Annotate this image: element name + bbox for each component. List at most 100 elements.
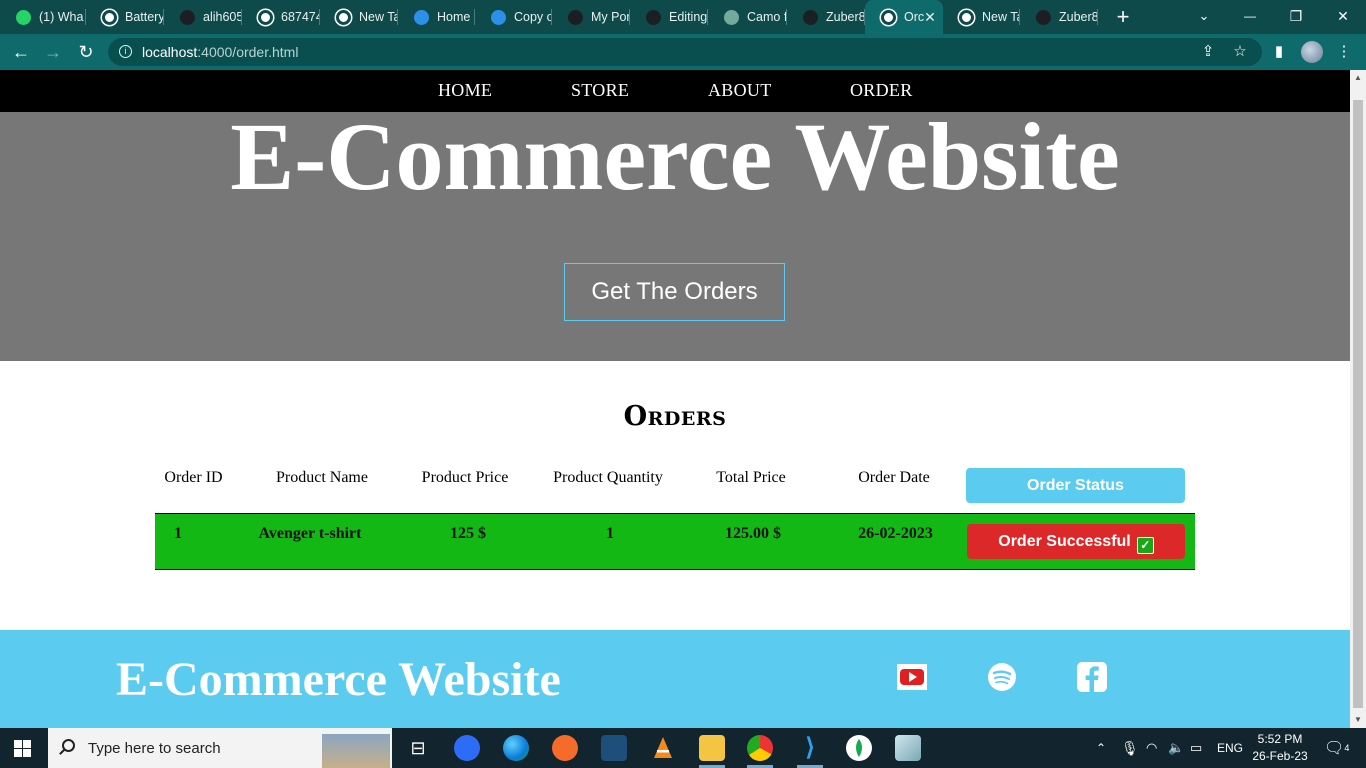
taskbar-clock[interactable]: 5:52 PM 26-Feb-23 bbox=[1252, 731, 1308, 765]
hero-section: E-Commerce Website Get The Orders bbox=[0, 106, 1350, 361]
browser-tab[interactable]: Zuber8 bbox=[1020, 0, 1098, 34]
notification-count: 4 bbox=[1344, 743, 1350, 753]
close-window-button[interactable]: ✕ bbox=[1320, 0, 1366, 34]
edge-app-icon[interactable] bbox=[503, 735, 529, 761]
tab-label: Orc bbox=[904, 10, 925, 24]
spotify-icon[interactable] bbox=[987, 662, 1017, 692]
notepad-app-icon[interactable] bbox=[895, 735, 921, 761]
browser-tab[interactable]: Zuber8 bbox=[787, 0, 865, 34]
browser-tab[interactable]: New Ta bbox=[320, 0, 398, 34]
notification-center-icon[interactable]: 🗨 4 bbox=[1324, 728, 1349, 768]
speaker-icon[interactable]: 🔈 bbox=[1168, 728, 1184, 768]
wifi-icon[interactable]: ◠ bbox=[1146, 728, 1157, 768]
share-icon[interactable]: ⇪ bbox=[1198, 42, 1218, 62]
side-panel-icon[interactable]: ▮ bbox=[1269, 42, 1289, 62]
browser-tab[interactable]: New Ta bbox=[943, 0, 1020, 34]
postman-app-icon[interactable] bbox=[552, 735, 578, 761]
browser-tab[interactable]: 687474 bbox=[242, 0, 320, 34]
url-path: :4000/order.html bbox=[197, 44, 299, 60]
close-tab-icon[interactable]: ✕ bbox=[924, 9, 936, 26]
back-icon[interactable]: ← bbox=[9, 40, 33, 64]
scrollbar-thumb[interactable] bbox=[1353, 100, 1363, 708]
canva-icon bbox=[414, 9, 429, 25]
tab-label: Home bbox=[437, 10, 471, 24]
tab-label: alih605 bbox=[203, 10, 242, 24]
browser-tab[interactable]: My Por bbox=[552, 0, 630, 34]
chrome-icon bbox=[959, 9, 974, 25]
cell-quantity: 1 bbox=[606, 525, 614, 542]
vlc-app-icon[interactable] bbox=[650, 735, 676, 761]
tab-label: New Ta bbox=[982, 10, 1020, 24]
tab-label: 687474 bbox=[281, 10, 320, 24]
tab-label: (1) Wha bbox=[39, 10, 84, 24]
cell-total-price: 125.00 $ bbox=[725, 525, 781, 542]
header-total-price: Total Price bbox=[716, 469, 786, 486]
new-tab-button[interactable]: + bbox=[1110, 4, 1136, 30]
tab-label: My Por bbox=[591, 10, 630, 24]
page-scrollbar[interactable]: ▲ ▼ bbox=[1350, 70, 1366, 728]
nav-about[interactable]: ABOUT bbox=[708, 80, 772, 101]
mysql-workbench-app-icon[interactable] bbox=[601, 735, 627, 761]
tab-search-dropdown-icon[interactable]: ⌄ bbox=[1181, 0, 1227, 34]
bookmark-star-icon[interactable]: ☆ bbox=[1230, 42, 1250, 62]
github-icon bbox=[803, 9, 818, 25]
facebook-icon[interactable] bbox=[1077, 662, 1107, 692]
tab-label: New Ta bbox=[359, 10, 398, 24]
task-view-icon[interactable]: ⊟ bbox=[405, 735, 431, 761]
cell-order-id: 1 bbox=[174, 525, 182, 542]
browser-tab-active[interactable]: Orc ✕ bbox=[865, 0, 943, 34]
browser-tab[interactable]: (1) Wha bbox=[0, 0, 86, 34]
language-indicator[interactable]: ENG bbox=[1217, 728, 1243, 768]
nav-home[interactable]: HOME bbox=[438, 80, 492, 101]
microphone-icon[interactable]: 🎙 bbox=[1121, 728, 1139, 768]
browser-tab-strip: (1) Wha Battery alih605 687474 New Ta Home Cop… bbox=[0, 0, 1366, 34]
scroll-down-icon[interactable]: ▼ bbox=[1354, 715, 1362, 724]
browser-tab[interactable]: Battery bbox=[86, 0, 164, 34]
windows-start-icon[interactable] bbox=[14, 740, 32, 758]
reload-icon[interactable]: ↻ bbox=[74, 40, 98, 64]
header-product-price: Product Price bbox=[421, 469, 509, 486]
clock-date: 26-Feb-23 bbox=[1252, 749, 1308, 763]
youtube-icon[interactable] bbox=[897, 662, 927, 692]
chrome-icon bbox=[336, 9, 351, 25]
table-row: 1 Avenger t-shirt 125 $ 1 125.00 $ 26-02… bbox=[155, 513, 1195, 570]
forward-icon[interactable]: → bbox=[41, 40, 65, 64]
globe-icon bbox=[258, 9, 273, 25]
github-icon bbox=[1036, 9, 1051, 25]
file-explorer-app-icon[interactable] bbox=[699, 735, 725, 761]
show-hidden-icons-icon[interactable]: ⌃ bbox=[1096, 728, 1106, 768]
header-product-quantity: Product Quantity bbox=[553, 469, 663, 486]
search-icon bbox=[62, 739, 75, 752]
site-footer: E-Commerce Website bbox=[0, 630, 1350, 728]
site-info-icon[interactable]: i bbox=[119, 45, 132, 58]
zoom-app-icon[interactable] bbox=[454, 735, 480, 761]
nav-order[interactable]: ORDER bbox=[850, 80, 913, 101]
search-placeholder: Type here to search bbox=[88, 739, 221, 757]
browser-tab[interactable]: Copy o bbox=[475, 0, 552, 34]
browser-tab[interactable]: Camo f bbox=[708, 0, 787, 34]
mongodb-compass-app-icon[interactable] bbox=[846, 735, 872, 761]
scroll-up-icon[interactable]: ▲ bbox=[1354, 73, 1362, 82]
minimize-button[interactable]: — bbox=[1227, 0, 1273, 34]
address-bar[interactable]: i localhost:4000/order.html bbox=[108, 38, 1262, 66]
cell-product-price: 125 $ bbox=[450, 525, 486, 542]
order-status-button[interactable]: Order Successful ✓ bbox=[967, 524, 1185, 559]
header-order-date: Order Date bbox=[858, 469, 930, 486]
page-viewport: HOME STORE ABOUT ORDER E-Commerce Websit… bbox=[0, 70, 1350, 728]
browser-tab[interactable]: alih605 bbox=[164, 0, 242, 34]
nav-store[interactable]: STORE bbox=[571, 80, 629, 101]
battery-icon[interactable]: ▭ bbox=[1190, 728, 1202, 768]
profile-avatar[interactable] bbox=[1301, 41, 1323, 63]
browser-tab[interactable]: Editing bbox=[630, 0, 708, 34]
github-icon bbox=[180, 9, 195, 25]
more-menu-icon[interactable]: ⋮ bbox=[1334, 42, 1354, 62]
hero-title: E-Commerce Website bbox=[230, 103, 1120, 210]
browser-tab[interactable]: Home bbox=[398, 0, 475, 34]
get-orders-button[interactable]: Get The Orders bbox=[564, 263, 785, 321]
chrome-app-icon[interactable] bbox=[747, 735, 773, 761]
globe-icon bbox=[102, 9, 117, 25]
search-highlight-image bbox=[322, 734, 390, 768]
vscode-app-icon[interactable]: ⟩ bbox=[797, 735, 823, 761]
tab-label: Camo f bbox=[747, 10, 787, 24]
restore-button[interactable]: ❐ bbox=[1273, 0, 1319, 34]
